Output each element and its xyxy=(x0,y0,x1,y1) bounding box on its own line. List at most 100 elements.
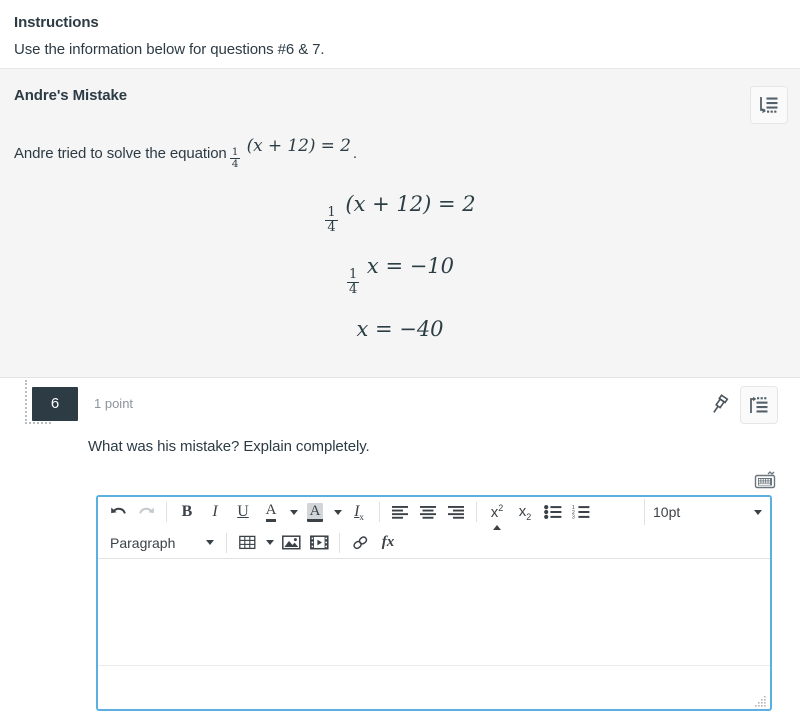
font-size-value: 10pt xyxy=(653,504,681,521)
align-center-button[interactable] xyxy=(414,499,442,525)
toolbar-separator xyxy=(379,502,380,523)
bold-button[interactable]: B xyxy=(173,499,201,525)
resize-grip-icon[interactable] xyxy=(755,695,767,707)
chevron-down-icon xyxy=(333,509,342,515)
insert-image-button[interactable] xyxy=(277,530,305,556)
stimulus-intro-text: Andre tried to solve the equation xyxy=(14,144,227,162)
redo-button[interactable] xyxy=(132,499,160,525)
text-color-button[interactable]: A xyxy=(257,499,285,525)
chevron-down-icon xyxy=(754,509,762,515)
highlight-color-dropdown[interactable] xyxy=(329,499,345,525)
undo-arrow-icon xyxy=(110,505,127,520)
chevron-down-icon xyxy=(289,509,298,515)
equation-line: 1 4 (x + 12) = 2 xyxy=(14,184,786,244)
align-left-button[interactable] xyxy=(386,499,414,525)
block-format-value: Paragraph xyxy=(110,534,176,551)
underline-icon: U xyxy=(237,503,249,521)
toolbar-separator xyxy=(476,502,477,523)
fraction-numerator: 1 xyxy=(231,146,239,158)
italic-icon: I xyxy=(212,503,218,521)
equation-line: 1 4 x = −10 xyxy=(14,244,786,306)
fraction-numerator: 1 xyxy=(327,205,336,221)
equation-keyboard-icon xyxy=(753,470,777,491)
insert-media-button[interactable] xyxy=(305,530,333,556)
table-icon xyxy=(238,535,256,550)
chevron-down-icon xyxy=(265,540,274,546)
numbered-list-button[interactable]: 1 2 3 xyxy=(567,499,595,525)
editor-status-bar xyxy=(98,664,770,709)
fraction-denominator: 4 xyxy=(346,281,360,297)
toolbar-separator xyxy=(226,532,227,553)
highlight-color-a-icon: A xyxy=(306,502,324,522)
question-number-badge: 6 xyxy=(32,386,78,421)
equation-expression: x = −40 xyxy=(356,316,444,341)
equation-expression: x = −10 xyxy=(366,254,455,279)
stimulus-panel: Andre's Mistake Andre tried to solve the… xyxy=(0,68,800,378)
question-text: What was his mistake? Explain completely… xyxy=(88,437,370,455)
fraction: 1 4 xyxy=(325,205,338,235)
align-center-icon xyxy=(419,505,437,519)
instructions-body: Use the information below for questions … xyxy=(14,41,325,58)
fx-formula-icon: fx xyxy=(381,534,395,551)
align-left-icon xyxy=(391,505,409,519)
subscript-button[interactable]: x2 xyxy=(511,499,539,525)
media-icon xyxy=(309,535,329,550)
stimulus-title: Andre's Mistake xyxy=(14,87,127,104)
equation-line: x = −40 xyxy=(14,307,786,351)
instructions-section: Instructions Use the information below f… xyxy=(0,0,800,68)
numbered-list-icon: 1 2 3 xyxy=(572,505,590,519)
stimulus-intro-math: 1 4 (x + 12) = 2 xyxy=(229,136,351,170)
fraction-numerator: 1 xyxy=(348,267,358,283)
stimulus-intro-period: . xyxy=(352,144,357,162)
underline-button[interactable]: U xyxy=(229,499,257,525)
stimulus-intro: Andre tried to solve the equation 1 4 (x… xyxy=(14,136,786,170)
chevron-down-icon xyxy=(206,540,214,546)
editor-content-area[interactable] xyxy=(98,558,770,665)
bullet-list-button[interactable] xyxy=(539,499,567,525)
question-header: 6 1 point xyxy=(14,378,786,430)
bullet-list-icon xyxy=(544,505,562,520)
equation-expression: (x + 12) = 2 xyxy=(345,192,476,217)
undo-button[interactable] xyxy=(104,499,132,525)
subscript-icon: x2 xyxy=(518,502,532,522)
equation-keyboard-row xyxy=(14,469,786,495)
insert-formula-button[interactable]: fx xyxy=(374,530,402,556)
italic-button[interactable]: I xyxy=(201,499,229,525)
toolbar-separator xyxy=(339,532,340,553)
stimulus-outline-button[interactable] xyxy=(750,86,788,124)
equation-block: 1 4 (x + 12) = 2 1 4 x = −10 x = −40 xyxy=(14,184,786,351)
outline-list-icon xyxy=(749,396,769,414)
clear-formatting-button[interactable]: Ix xyxy=(345,499,373,525)
pushpin-icon xyxy=(708,393,730,416)
text-color-a-icon: A xyxy=(265,502,277,522)
editor-toolbar-row-1: B I U A A Ix x2 x2 1 2 3 10pt xyxy=(100,497,768,531)
editor-toolbar-row-2: Paragraph fx xyxy=(100,528,768,558)
bold-icon: B xyxy=(181,503,193,521)
text-color-dropdown[interactable] xyxy=(285,499,301,525)
pin-question-button[interactable] xyxy=(706,392,732,418)
instructions-title: Instructions xyxy=(14,14,99,31)
table-dropdown[interactable] xyxy=(261,530,277,556)
table-button[interactable] xyxy=(233,530,261,556)
rich-text-editor[interactable]: B I U A A Ix x2 x2 1 2 3 10pt Paragraph … xyxy=(96,494,772,711)
superscript-icon: x2 xyxy=(490,503,504,522)
highlight-color-button[interactable]: A xyxy=(301,499,329,525)
align-right-button[interactable] xyxy=(442,499,470,525)
equation-keyboard-button[interactable] xyxy=(752,469,778,491)
insert-link-button[interactable] xyxy=(346,530,374,556)
link-icon xyxy=(351,535,370,550)
inline-fraction: 1 4 xyxy=(229,146,241,170)
outline-list-icon xyxy=(759,96,779,114)
toolbar-separator xyxy=(166,502,167,523)
question-block: 6 1 point What was his mistake? Explain … xyxy=(0,378,800,711)
superscript-active-indicator xyxy=(493,525,501,531)
block-format-select[interactable]: Paragraph xyxy=(104,530,220,556)
question-points-label: 1 point xyxy=(94,396,134,412)
image-icon xyxy=(281,535,301,550)
fraction: 1 4 xyxy=(346,267,360,297)
fraction-denominator: 4 xyxy=(325,219,338,235)
question-outline-button[interactable] xyxy=(740,385,778,424)
superscript-button[interactable]: x2 xyxy=(483,499,511,531)
inline-expression: (x + 12) = 2 xyxy=(246,136,351,156)
font-size-select[interactable]: 10pt xyxy=(644,499,764,526)
